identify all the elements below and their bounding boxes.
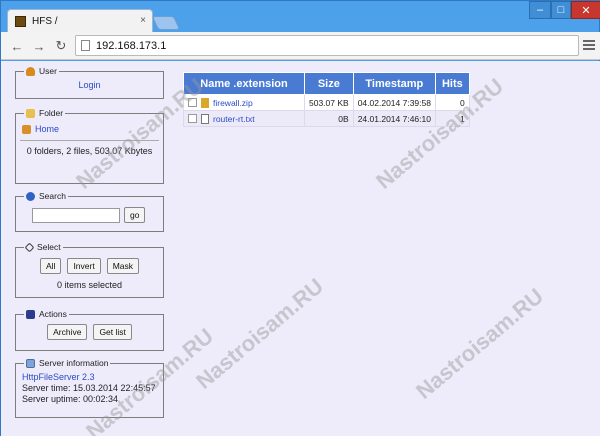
new-tab-button[interactable] xyxy=(151,16,181,30)
file-hits: 0 xyxy=(434,94,470,111)
folder-icon xyxy=(26,108,35,118)
folder-divider xyxy=(20,140,159,141)
search-legend: Search xyxy=(39,191,66,201)
server-name-link[interactable]: HttpFileServer 2.3 xyxy=(22,372,159,382)
row-checkbox[interactable] xyxy=(188,98,197,107)
maximize-button[interactable]: □ xyxy=(551,1,571,19)
address-bar[interactable]: 192.168.173.1 xyxy=(75,35,579,56)
search-panel: Search go xyxy=(15,191,164,232)
server-info-panel: Server information HttpFileServer 2.3 Se… xyxy=(15,358,164,418)
user-panel: User Login xyxy=(15,66,164,99)
watermark: Nastroisam.RU xyxy=(411,283,548,404)
text-file-icon xyxy=(201,113,209,124)
file-link[interactable]: router-rt.txt xyxy=(213,114,255,124)
folder-summary: 0 folders, 2 files, 503.07 Kbytes xyxy=(26,146,153,156)
select-legend: Select xyxy=(37,242,61,252)
tab-title: HFS / xyxy=(32,16,58,27)
table-row: router-rt.txt 0B 24.01.2014 7:46:10 1 xyxy=(183,110,470,127)
actions-panel: Actions Archive Get list xyxy=(15,309,164,351)
home-icon xyxy=(22,124,31,134)
close-window-button[interactable]: ✕ xyxy=(571,1,600,19)
row-checkbox[interactable] xyxy=(188,114,197,123)
login-link[interactable]: Login xyxy=(20,80,159,90)
invert-selection-button[interactable]: Invert xyxy=(67,258,101,274)
server-legend: Server information xyxy=(39,358,109,368)
archive-button[interactable]: Archive xyxy=(47,324,88,340)
folder-legend: Folder xyxy=(39,108,64,118)
tab-hfs[interactable]: HFS / × xyxy=(7,9,153,33)
search-go-button[interactable]: go xyxy=(124,207,146,223)
page-icon xyxy=(81,40,90,51)
column-header-size[interactable]: Size xyxy=(304,72,354,95)
minimize-button[interactable]: – xyxy=(529,1,551,19)
column-header-hits[interactable]: Hits xyxy=(434,72,470,95)
server-time: Server time: 15.03.2014 22:45:57 xyxy=(22,383,156,393)
actions-legend: Actions xyxy=(39,309,67,319)
folder-panel: Folder Home 0 folders, 2 files, 503.07 K… xyxy=(15,108,164,184)
table-row: firewall.zip 503.07 KB 04.02.2014 7:39:5… xyxy=(183,94,470,111)
file-timestamp: 24.01.2014 7:46:10 xyxy=(352,110,436,127)
zip-file-icon xyxy=(201,97,209,108)
file-list-table: Name .extension Size Timestamp Hits fire… xyxy=(183,72,470,127)
page-content: User Login Folder Home 0 folders, 2 file… xyxy=(1,61,600,436)
user-icon xyxy=(26,66,35,76)
file-timestamp: 04.02.2014 7:39:58 xyxy=(352,94,436,111)
url-text: 192.168.173.1 xyxy=(96,39,167,52)
forward-arrow-icon[interactable]: → xyxy=(31,38,47,54)
server-uptime: Server uptime: 00:02:34 xyxy=(22,394,119,404)
mask-button[interactable]: Mask xyxy=(106,258,140,274)
file-link[interactable]: firewall.zip xyxy=(213,98,253,108)
title-bar: HFS / × – □ ✕ xyxy=(1,1,600,33)
home-link[interactable]: Home xyxy=(35,124,59,134)
column-header-name[interactable]: Name .extension xyxy=(183,72,305,95)
column-header-timestamp[interactable]: Timestamp xyxy=(352,72,436,95)
search-input[interactable] xyxy=(32,207,120,223)
file-size: 503.07 KB xyxy=(304,94,354,111)
hfs-favicon-icon xyxy=(15,16,26,27)
user-legend: User xyxy=(39,66,57,76)
server-icon xyxy=(26,358,35,368)
reload-icon[interactable]: ↻ xyxy=(53,38,69,54)
home-link-row[interactable]: Home xyxy=(22,124,159,134)
tab-close-icon[interactable]: × xyxy=(140,15,146,26)
floppy-disk-icon xyxy=(26,309,35,319)
get-list-button[interactable]: Get list xyxy=(93,324,132,340)
browser-window: HFS / × – □ ✕ ← → ↻ 192.168.173.1 User L… xyxy=(0,0,600,436)
file-size: 0B xyxy=(304,110,354,127)
back-arrow-icon[interactable]: ← xyxy=(9,38,25,54)
selection-status: 0 items selected xyxy=(56,280,123,290)
watermark: Nastroisam.RU xyxy=(191,273,328,394)
hamburger-menu-icon[interactable] xyxy=(583,40,595,52)
scissors-icon xyxy=(24,242,35,252)
table-header-row: Name .extension Size Timestamp Hits xyxy=(183,72,470,95)
search-icon xyxy=(26,191,35,201)
select-panel: Select All Invert Mask 0 items selected xyxy=(15,242,164,298)
browser-toolbar: ← → ↻ 192.168.173.1 xyxy=(1,32,600,60)
select-all-button[interactable]: All xyxy=(39,258,62,274)
file-hits: 1 xyxy=(434,110,470,127)
